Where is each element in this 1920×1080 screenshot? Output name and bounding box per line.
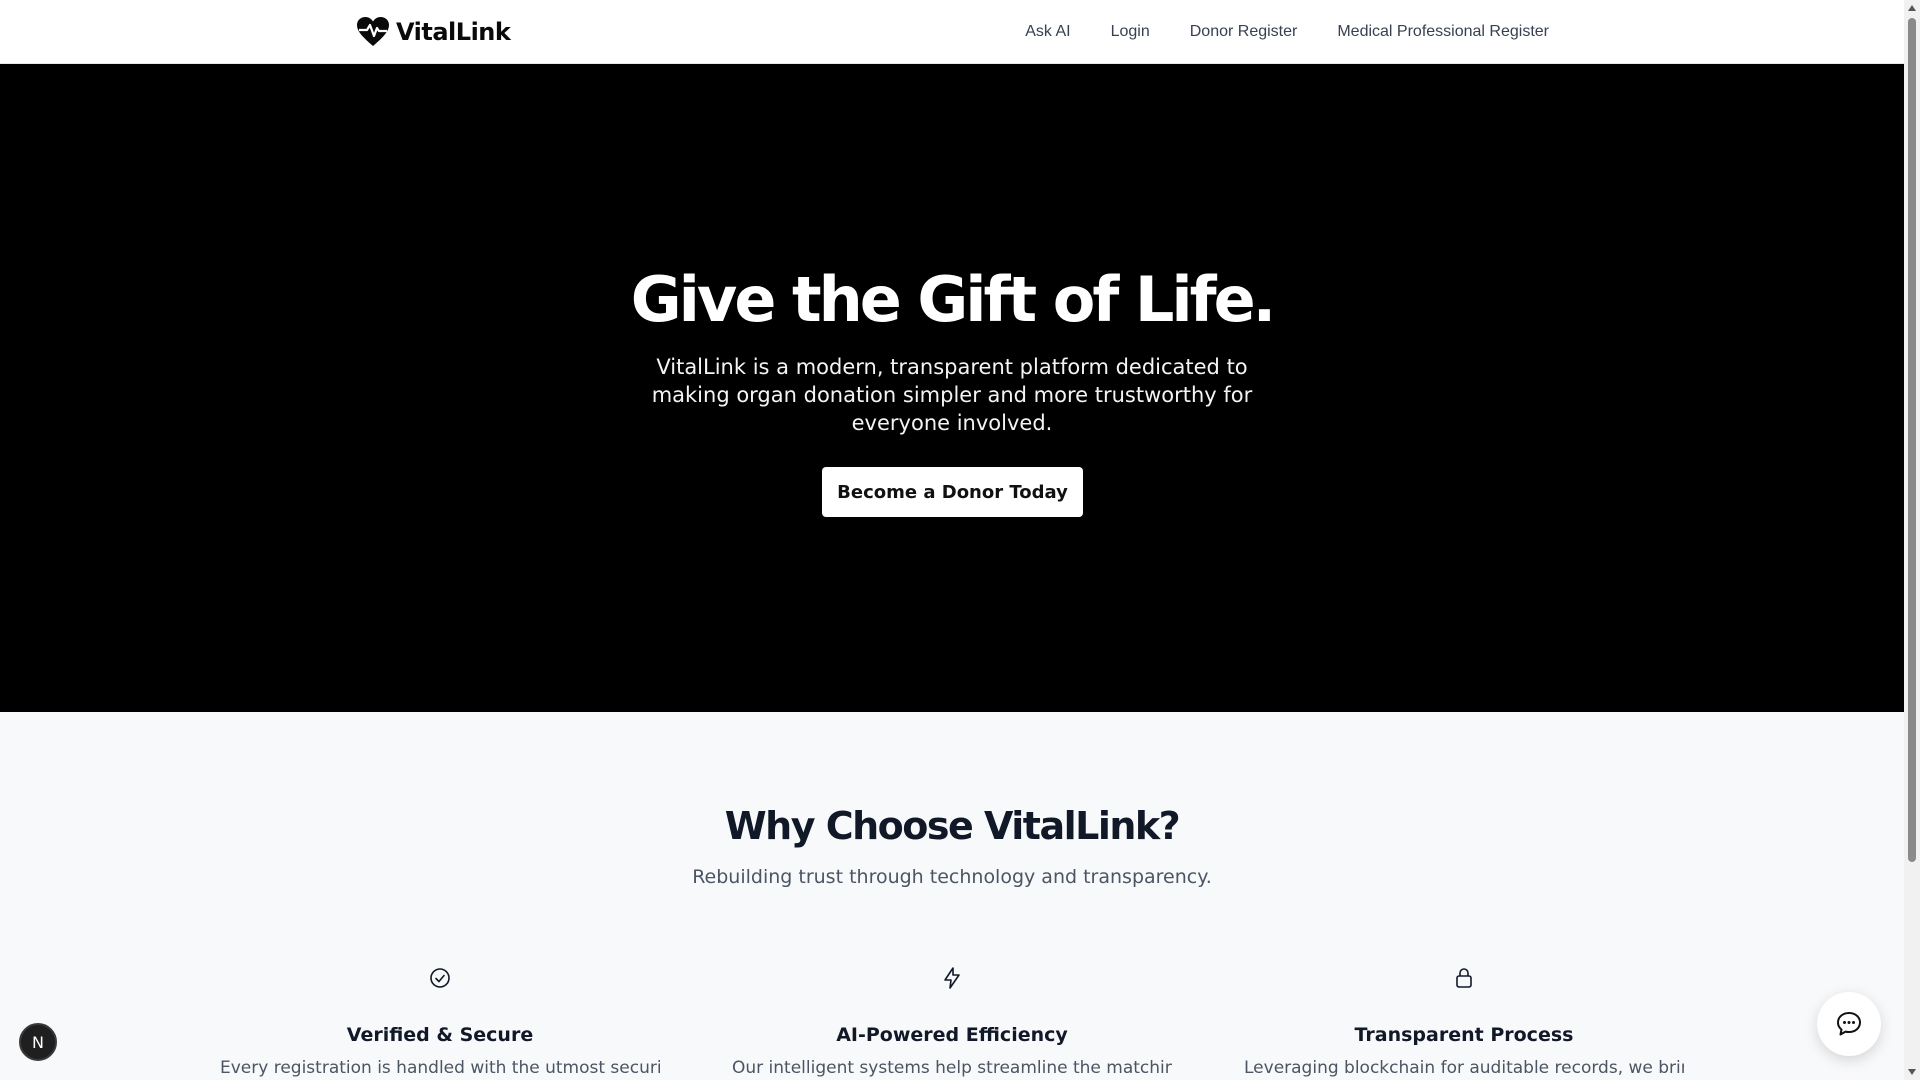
page-scrollbar[interactable] xyxy=(1904,0,1920,1080)
hero-section: Give the Gift of Life. VitalLink is a mo… xyxy=(0,64,1904,712)
feature-title: Verified & Secure xyxy=(346,1024,534,1046)
feature-description: Our intelligent systems help streamline … xyxy=(732,1058,1172,1078)
feature-title: AI-Powered Efficiency xyxy=(836,1024,1068,1046)
feature-description: Every registration is handled with the u… xyxy=(220,1058,660,1078)
chat-bubble-icon xyxy=(1837,1012,1861,1036)
become-donor-button[interactable]: Become a Donor Today xyxy=(822,467,1083,517)
site-header: VitalLink Ask AI Login Donor Register Me… xyxy=(0,0,1904,64)
feature-card-verified: Verified & Secure Every registration is … xyxy=(220,966,660,1080)
feature-card-ai: AI-Powered Efficiency Our intelligent sy… xyxy=(732,966,1172,1080)
features-title: Why Choose VitalLink? xyxy=(724,804,1181,848)
dev-badge-label: N xyxy=(32,1032,44,1052)
hero-title: Give the Gift of Life. xyxy=(630,263,1276,336)
lightning-icon xyxy=(944,967,960,989)
scroll-up-arrow-icon[interactable] xyxy=(1907,3,1917,13)
feature-card-transparent: Transparent Process Leveraging blockchai… xyxy=(1244,966,1684,1080)
nav-login[interactable]: Login xyxy=(1111,20,1150,44)
check-circle-icon xyxy=(430,968,450,988)
scrollbar-thumb[interactable] xyxy=(1908,18,1916,862)
dev-tools-badge[interactable]: N xyxy=(19,1023,57,1061)
feature-description: Leveraging blockchain for auditable reco… xyxy=(1244,1058,1684,1078)
logo[interactable]: VitalLink xyxy=(356,14,511,50)
nav-medical-professional-register[interactable]: Medical Professional Register xyxy=(1337,20,1549,44)
hero-subtitle: VitalLink is a modern, transparent platf… xyxy=(651,355,1253,435)
features-section: Why Choose VitalLink? Rebuilding trust t… xyxy=(0,712,1904,1080)
nav-donor-register[interactable]: Donor Register xyxy=(1190,20,1298,44)
feature-title: Transparent Process xyxy=(1354,1024,1574,1046)
chat-button[interactable] xyxy=(1817,992,1881,1056)
main-nav: Ask AI Login Donor Register Medical Prof… xyxy=(1025,20,1549,44)
features-subtitle: Rebuilding trust through technology and … xyxy=(692,866,1212,888)
lock-icon xyxy=(1456,968,1472,988)
heart-pulse-icon xyxy=(357,17,389,46)
nav-ask-ai[interactable]: Ask AI xyxy=(1025,20,1070,44)
logo-text: VitalLink xyxy=(396,18,511,46)
scroll-down-arrow-icon[interactable] xyxy=(1907,1067,1917,1077)
